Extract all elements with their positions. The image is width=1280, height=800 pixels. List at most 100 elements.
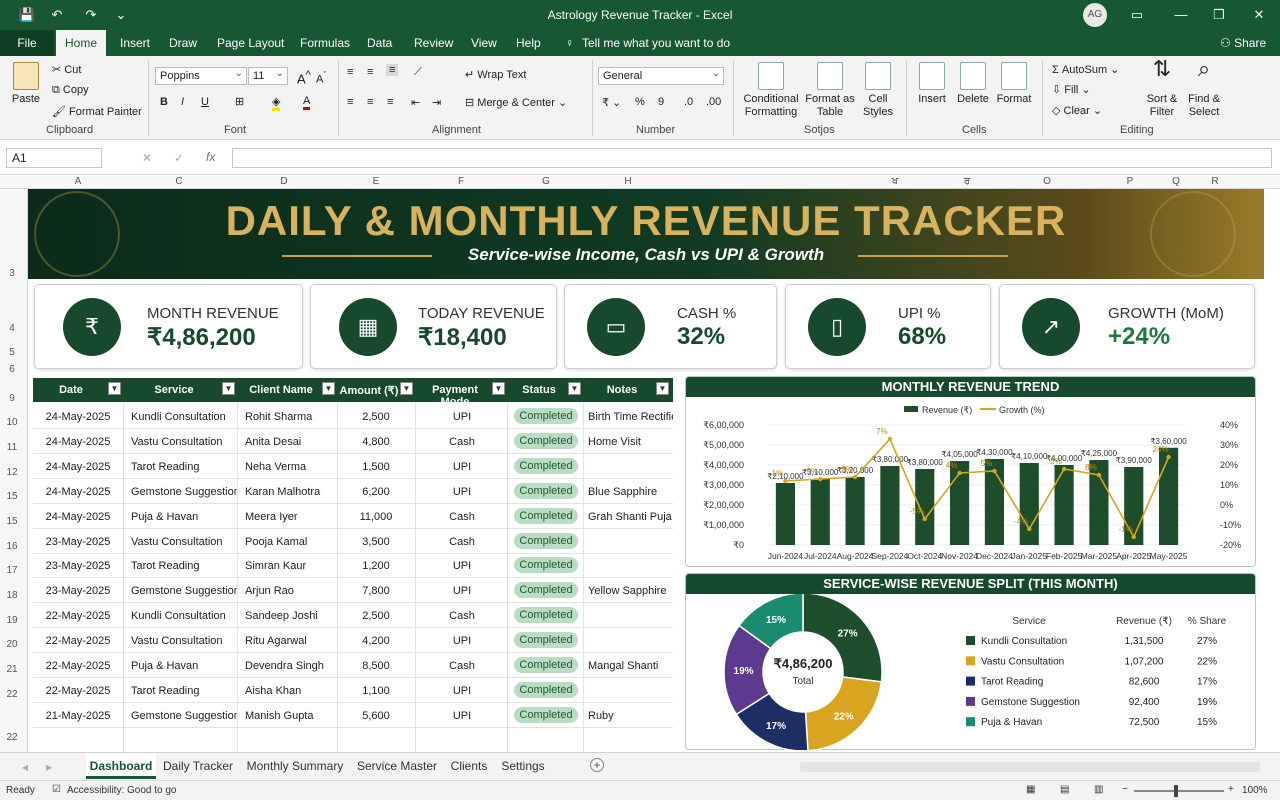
align-bottom-icon[interactable]: ≡	[386, 64, 399, 76]
page-break-view-icon[interactable]: ▥	[1094, 784, 1103, 795]
paste-button[interactable]: Paste	[10, 62, 42, 106]
borders-icon[interactable]: ⊞	[235, 95, 244, 108]
tab-draw[interactable]: Draw	[169, 36, 197, 50]
sheet-tab[interactable]: Dashboard	[86, 753, 156, 779]
row-header[interactable]: 3	[0, 268, 24, 279]
clear-button[interactable]: ◇ Clear ⌄	[1052, 104, 1102, 117]
conditional-formatting-button[interactable]: Conditional Formatting	[740, 62, 802, 119]
growth-point[interactable]	[1027, 526, 1032, 532]
column-header[interactable]: R	[1205, 176, 1225, 187]
scroll-right-icon[interactable]: ▸	[46, 760, 52, 774]
column-header[interactable]: G	[536, 176, 556, 187]
sheet-tab[interactable]: Monthly Summary	[242, 753, 348, 779]
format-as-table-button[interactable]: Format as Table	[804, 62, 856, 119]
normal-view-icon[interactable]: ▦	[1026, 784, 1035, 795]
align-top-icon[interactable]: ≡	[347, 66, 353, 78]
sheet-tab[interactable]: Service Master	[354, 753, 440, 779]
row-header[interactable]: 19	[0, 615, 24, 626]
fill-color-icon[interactable]: ◈	[272, 95, 281, 111]
currency-icon[interactable]: ₹ ⌄	[602, 96, 621, 109]
increase-decimal-icon[interactable]: .0	[684, 96, 693, 108]
font-name-select[interactable]: Poppins	[155, 67, 247, 85]
number-format-select[interactable]: General	[598, 67, 724, 85]
align-middle-icon[interactable]: ≡	[367, 66, 373, 78]
find-select-button[interactable]: ⌕ Find & Select	[1184, 58, 1224, 119]
row-header[interactable]: 20	[0, 639, 24, 650]
revenue-bar[interactable]	[810, 479, 830, 545]
tab-help[interactable]: Help	[516, 36, 541, 50]
column-header[interactable]: O	[1037, 176, 1057, 187]
growth-point[interactable]	[992, 468, 997, 474]
fill-button[interactable]: ⇩ Fill ⌄	[1052, 83, 1091, 96]
enter-icon[interactable]: ✓	[174, 151, 184, 165]
filter-dropdown-icon[interactable]: ▼	[322, 382, 335, 395]
table-row[interactable]: 22-May-2025 Vastu Consultation Ritu Agarwa…	[33, 628, 673, 654]
filter-dropdown-icon[interactable]: ▼	[492, 382, 505, 395]
copy-button[interactable]: ⧉ Copy	[52, 84, 89, 97]
growth-point[interactable]	[783, 478, 788, 484]
italic-icon[interactable]: I	[181, 96, 184, 108]
column-header[interactable]: ਖ	[885, 176, 905, 187]
bold-icon[interactable]: B	[160, 96, 168, 108]
zoom-slider-thumb[interactable]	[1174, 785, 1178, 797]
column-header[interactable]: F	[451, 176, 471, 187]
table-row[interactable]: 23-May-2025 Tarot Reading Simran Kaur 1,200…	[33, 553, 673, 579]
revenue-bar[interactable]	[1159, 447, 1179, 545]
table-row[interactable]: 22-May-2025 Tarot Reading Aisha Khan 1,100 U…	[33, 678, 673, 703]
table-row[interactable]: 23-May-2025 Vastu Consultation Pooja Kamal…	[33, 529, 673, 554]
zoom-out-icon[interactable]: −	[1122, 784, 1128, 795]
revenue-bar[interactable]	[1054, 465, 1074, 545]
sheet-tab[interactable]: Daily Tracker	[160, 753, 236, 779]
format-painter-button[interactable]: 🖌 Format Painter	[52, 105, 142, 118]
table-row[interactable]: 24-May-2025 Vastu Consultation Anita Desai…	[33, 429, 673, 454]
tab-review[interactable]: Review	[414, 36, 453, 50]
row-header[interactable]: 21	[0, 664, 24, 675]
merge-center-button[interactable]: ⊟ Merge & Center ⌄	[465, 96, 567, 109]
formula-input[interactable]	[232, 148, 1272, 168]
tab-data[interactable]: Data	[367, 36, 392, 50]
filter-dropdown-icon[interactable]: ▼	[108, 382, 121, 395]
column-header[interactable]: P	[1120, 176, 1140, 187]
growth-point[interactable]	[852, 474, 858, 480]
column-header[interactable]: A	[68, 176, 88, 187]
sheet-tab[interactable]: Clients	[446, 753, 492, 779]
page-layout-view-icon[interactable]: ▤	[1060, 784, 1069, 795]
horizontal-scrollbar[interactable]	[800, 762, 1260, 772]
zoom-level[interactable]: 100%	[1242, 785, 1268, 796]
cell-styles-button[interactable]: Cell Styles	[858, 62, 898, 119]
scroll-left-icon[interactable]: ◂	[22, 760, 28, 774]
table-row[interactable]: 22-May-2025 Puja & Havan Devendra Singh 8,5…	[33, 653, 673, 678]
cancel-icon[interactable]: ✕	[142, 151, 152, 165]
column-header[interactable]: H	[618, 176, 638, 187]
filter-dropdown-icon[interactable]: ▼	[400, 382, 413, 395]
growth-point[interactable]	[1131, 534, 1136, 540]
column-header[interactable]: E	[366, 176, 386, 187]
row-header[interactable]: 10	[0, 417, 24, 428]
filter-dropdown-icon[interactable]: ▼	[568, 382, 581, 395]
revenue-bar[interactable]	[1089, 460, 1109, 545]
row-header[interactable]: 9	[0, 393, 24, 404]
close-icon[interactable]: ✕	[1248, 5, 1270, 25]
tab-home[interactable]: Home	[56, 30, 106, 56]
add-sheet-icon[interactable]: +	[590, 758, 604, 772]
avatar[interactable]: AG	[1083, 3, 1107, 27]
delete-cells-button[interactable]: Delete	[953, 62, 993, 106]
filter-dropdown-icon[interactable]: ▼	[222, 382, 235, 395]
column-header[interactable]: Q	[1166, 176, 1186, 187]
growth-point[interactable]	[957, 470, 962, 476]
name-box[interactable]: A1	[6, 148, 102, 168]
zoom-in-icon[interactable]: +	[1228, 784, 1234, 795]
column-header[interactable]: ਰ	[957, 176, 977, 187]
row-header[interactable]: 22	[0, 689, 24, 700]
filter-dropdown-icon[interactable]: ▼	[656, 382, 669, 395]
revenue-bar[interactable]	[1019, 463, 1039, 545]
growth-point[interactable]	[1061, 466, 1067, 472]
row-header[interactable]: 15	[0, 516, 24, 527]
decrease-decimal-icon[interactable]: .00	[706, 96, 721, 108]
tab-insert[interactable]: Insert	[120, 36, 150, 50]
align-center-icon[interactable]: ≡	[367, 96, 373, 108]
orientation-icon[interactable]: ⟋	[414, 66, 422, 79]
row-header[interactable]: 4	[0, 323, 24, 334]
table-row[interactable]: 21-May-2025 Gemstone Suggestion Manish Gup…	[33, 703, 673, 728]
accessibility-status[interactable]: Accessibility: Good to go	[67, 785, 177, 796]
